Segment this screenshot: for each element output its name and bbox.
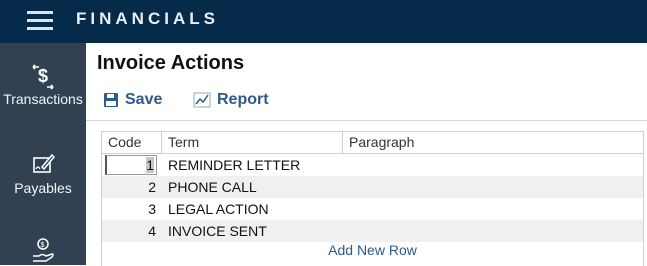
table-row[interactable]: 1 REMINDER LETTER [102, 154, 643, 176]
report-button[interactable]: Report [193, 90, 269, 110]
sidebar-item-label: Transactions [3, 91, 83, 107]
svg-text:$: $ [41, 242, 45, 249]
invoice-actions-grid: Code Term Paragraph 1 REMINDER LETTER 2 … [101, 131, 644, 266]
column-header-term[interactable]: Term [162, 132, 343, 153]
app-title: FINANCIALS [76, 9, 219, 28]
menu-icon[interactable] [27, 11, 53, 31]
sidebar: $ Transactions Payables $ [0, 43, 86, 265]
code-cell[interactable]: 2 [102, 176, 156, 198]
floppy-disk-icon [104, 93, 118, 107]
save-label: Save [125, 91, 163, 108]
pen-signature-icon [33, 153, 56, 173]
column-header-paragraph[interactable]: Paragraph [343, 132, 643, 153]
term-cell[interactable]: PHONE CALL [168, 176, 257, 198]
add-new-row-link[interactable]: Add New Row [102, 242, 643, 258]
dollar-exchange-icon: $ [32, 64, 54, 90]
page-title: Invoice Actions [97, 52, 245, 74]
term-cell[interactable]: INVOICE SENT [168, 220, 267, 242]
report-label: Report [217, 91, 269, 108]
table-row[interactable]: 3 LEGAL ACTION [102, 198, 643, 220]
hand-coin-icon: $ [33, 238, 54, 262]
line-chart-icon [193, 92, 211, 108]
code-cell[interactable]: 3 [102, 198, 156, 220]
save-button[interactable]: Save [103, 90, 162, 110]
top-bar: FINANCIALS [0, 0, 647, 43]
grid-header: Code Term Paragraph [102, 132, 643, 154]
code-value: 1 [146, 157, 154, 173]
sidebar-item-label: Payables [14, 180, 72, 196]
code-cell[interactable]: 4 [102, 220, 156, 242]
sidebar-item-transactions[interactable]: $ Transactions [0, 63, 86, 107]
code-edit-field[interactable]: 1 [105, 155, 157, 175]
toolbar-divider [86, 120, 647, 121]
svg-text:$: $ [38, 66, 48, 86]
term-cell[interactable]: LEGAL ACTION [168, 198, 269, 220]
main-content: Invoice Actions Save Report Code Term Pa… [86, 43, 647, 266]
column-header-code[interactable]: Code [102, 132, 162, 153]
sidebar-item-receivables[interactable]: $ [0, 236, 86, 264]
table-row[interactable]: 4 INVOICE SENT [102, 220, 643, 242]
table-row[interactable]: 2 PHONE CALL [102, 176, 643, 198]
term-cell[interactable]: REMINDER LETTER [168, 154, 300, 176]
sidebar-item-payables[interactable]: Payables [0, 152, 86, 196]
